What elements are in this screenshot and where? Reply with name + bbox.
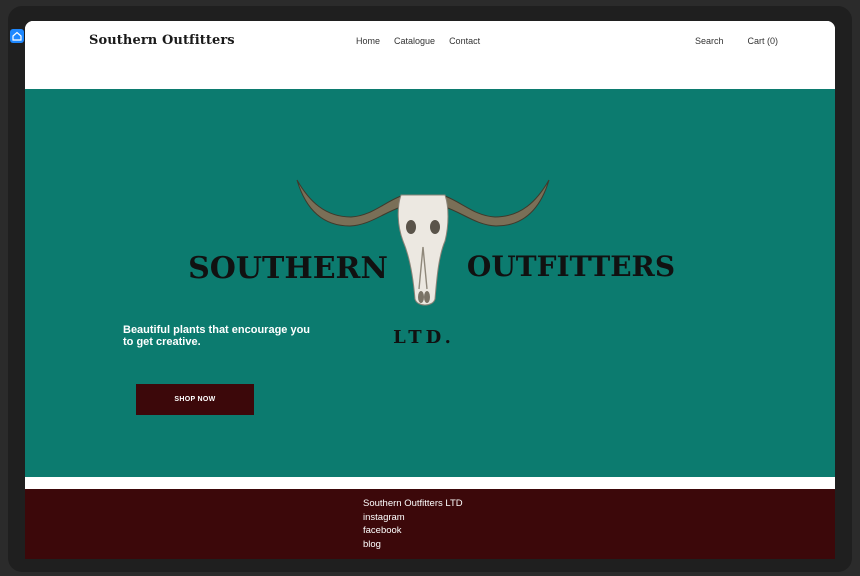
- site-footer: Southern Outfitters LTD instagram facebo…: [25, 489, 835, 559]
- main-nav: Home Catalogue Contact: [356, 36, 480, 46]
- footer-company: Southern Outfitters LTD: [363, 498, 463, 509]
- logo-word-right: OUTFITTERS: [467, 250, 675, 283]
- nav-contact-link[interactable]: Contact: [449, 36, 480, 46]
- hero-banner: SOUTHERN OUTFITTERS LTD. Beautiful plant…: [25, 89, 835, 477]
- right-horn: [444, 179, 550, 227]
- brand-logo: SOUTHERN OUTFITTERS LTD.: [188, 179, 675, 348]
- site-header: Southern Outfitters Home Catalogue Conta…: [25, 21, 835, 89]
- skull: [397, 194, 449, 306]
- home-icon[interactable]: [10, 29, 24, 43]
- left-horn: [296, 179, 402, 227]
- footer-links: Southern Outfitters LTD instagram facebo…: [363, 497, 463, 551]
- nav-home-link[interactable]: Home: [356, 36, 380, 46]
- search-link[interactable]: Search: [695, 36, 724, 46]
- web-page: Southern Outfitters Home Catalogue Conta…: [25, 21, 835, 559]
- footer-facebook-link[interactable]: facebook: [363, 524, 463, 538]
- brand-name[interactable]: Southern Outfitters: [89, 33, 235, 48]
- hero-tagline: Beautiful plants that encourage you to g…: [123, 324, 311, 348]
- section-divider: [25, 477, 835, 489]
- nav-catalogue-link[interactable]: Catalogue: [394, 36, 435, 46]
- footer-blog-link[interactable]: blog: [363, 538, 463, 552]
- logo-suffix: LTD.: [393, 327, 455, 348]
- header-utilities: Search Cart (0): [695, 36, 778, 46]
- footer-instagram-link[interactable]: instagram: [363, 511, 463, 525]
- shop-now-button[interactable]: SHOP NOW: [136, 384, 254, 415]
- cart-link[interactable]: Cart (0): [748, 36, 779, 46]
- logo-word-left: SOUTHERN: [188, 251, 388, 286]
